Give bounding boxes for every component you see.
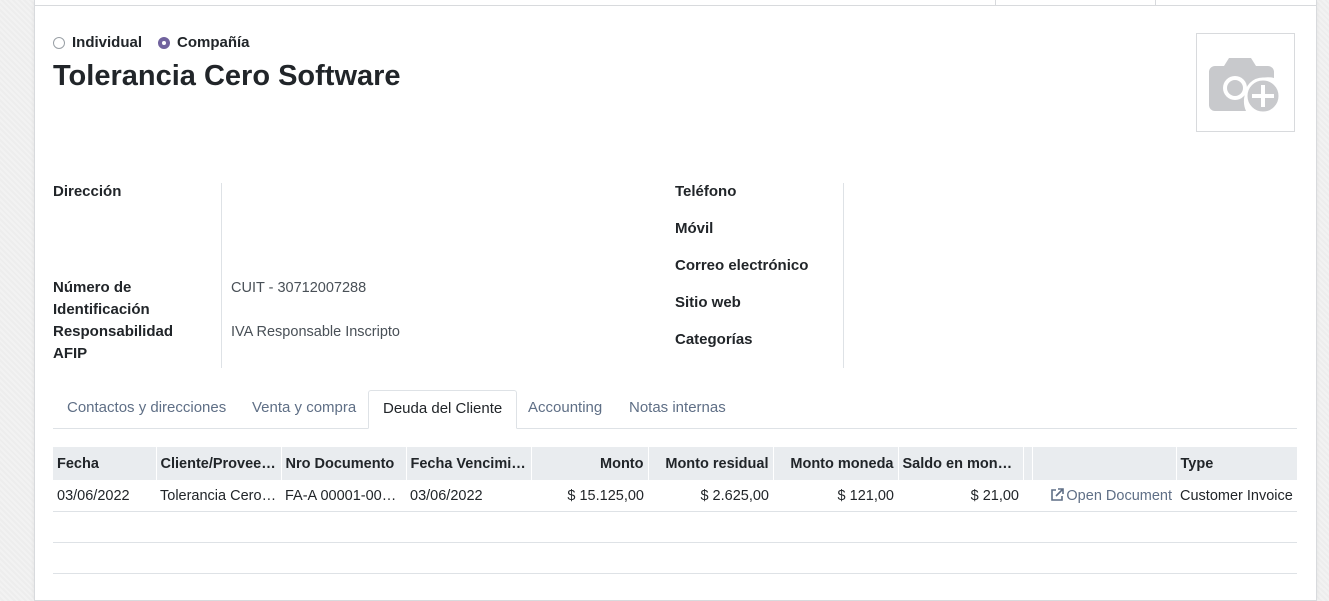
cell-document: FA-A 00001-00000001 xyxy=(281,480,406,512)
column-header-spacer xyxy=(1023,447,1033,480)
column-header-residual[interactable]: Monto residual xyxy=(648,447,774,480)
table-row[interactable]: 03/06/2022 Tolerancia Cero Software FA-A… xyxy=(53,480,1297,512)
divider xyxy=(995,0,996,5)
email-label: Correo electrónico xyxy=(675,257,809,274)
cell-due-date: 03/06/2022 xyxy=(406,480,531,512)
field-divider xyxy=(843,183,844,368)
cell-currency-amount: $ 121,00 xyxy=(773,480,898,512)
id-number-value[interactable]: CUIT - 30712007288 xyxy=(231,277,366,299)
cell-date: 03/06/2022 xyxy=(53,480,156,512)
column-header-due-date[interactable]: Fecha Vencimiento xyxy=(406,447,532,480)
camera-plus-icon xyxy=(1208,57,1281,114)
open-document-label[interactable]: Open Document xyxy=(1066,488,1172,504)
id-number-label: Número de Identificación xyxy=(53,279,150,318)
address-label: Dirección xyxy=(53,183,122,200)
column-header-amount[interactable]: Monto xyxy=(531,447,649,480)
table-header-row: Fecha Cliente/Proveedor Nro Documento Fe… xyxy=(53,447,1298,480)
cell-partner: Tolerancia Cero Software xyxy=(156,480,281,512)
radio-company-circle[interactable] xyxy=(158,36,171,49)
partner-type-radio-group: Individual Compañía xyxy=(53,34,266,51)
open-document-button[interactable]: Open Document xyxy=(1032,480,1176,512)
partner-name[interactable]: Tolerancia Cero Software xyxy=(53,60,401,93)
radio-company[interactable]: Compañía xyxy=(158,34,250,51)
afip-responsibility-label: Responsabilidad AFIP xyxy=(53,323,174,362)
external-link-icon xyxy=(1051,487,1065,501)
column-header-partner[interactable]: Cliente/Proveedor xyxy=(156,447,282,480)
cell-amount: $ 15.125,00 xyxy=(531,480,648,512)
column-header-currency-balance[interactable]: Saldo en moneda xyxy=(898,447,1024,480)
tab-sales-purchase[interactable]: Venta y compra xyxy=(238,390,370,428)
tab-customer-debt[interactable]: Deuda del Cliente xyxy=(368,390,518,429)
customer-debt-table: Fecha Cliente/Proveedor Nro Documento Fe… xyxy=(53,447,1298,574)
radio-individual-circle[interactable] xyxy=(53,36,65,49)
tab-contacts[interactable]: Contactos y direcciones xyxy=(53,390,240,428)
website-label: Sitio web xyxy=(675,294,741,311)
cell-type: Customer Invoice xyxy=(1176,480,1297,512)
cell-spacer xyxy=(1023,480,1032,512)
column-header-type[interactable]: Type xyxy=(1176,447,1298,480)
cell-residual: $ 2.625,00 xyxy=(648,480,773,512)
tab-internal-notes[interactable]: Notas internas xyxy=(615,390,740,428)
avatar-upload[interactable] xyxy=(1196,33,1295,132)
afip-responsibility-value[interactable]: IVA Responsable Inscripto xyxy=(231,321,400,343)
column-header-document[interactable]: Nro Documento xyxy=(281,447,407,480)
tab-accounting[interactable]: Accounting xyxy=(514,390,616,428)
button-box-bar xyxy=(35,0,1316,6)
table-row-empty xyxy=(53,542,1297,574)
tags-label: Categorías xyxy=(675,331,753,348)
phone-label: Teléfono xyxy=(675,183,737,200)
notebook-tabs: Contactos y direcciones Venta y compra D… xyxy=(53,390,1297,429)
cell-currency-balance: $ 21,00 xyxy=(898,480,1023,512)
form-sheet: Individual Compañía Tolerancia Cero Soft… xyxy=(34,0,1317,601)
radio-individual-label: Individual xyxy=(72,34,143,51)
column-header-currency-amount[interactable]: Monto moneda xyxy=(773,447,899,480)
table-row-empty xyxy=(53,511,1297,543)
divider xyxy=(1155,0,1156,5)
mobile-label: Móvil xyxy=(675,220,714,237)
radio-individual[interactable]: Individual xyxy=(53,34,142,51)
radio-company-label: Compañía xyxy=(177,34,250,51)
field-divider xyxy=(221,183,222,368)
column-header-date[interactable]: Fecha xyxy=(53,447,157,480)
column-header-open xyxy=(1032,447,1177,480)
